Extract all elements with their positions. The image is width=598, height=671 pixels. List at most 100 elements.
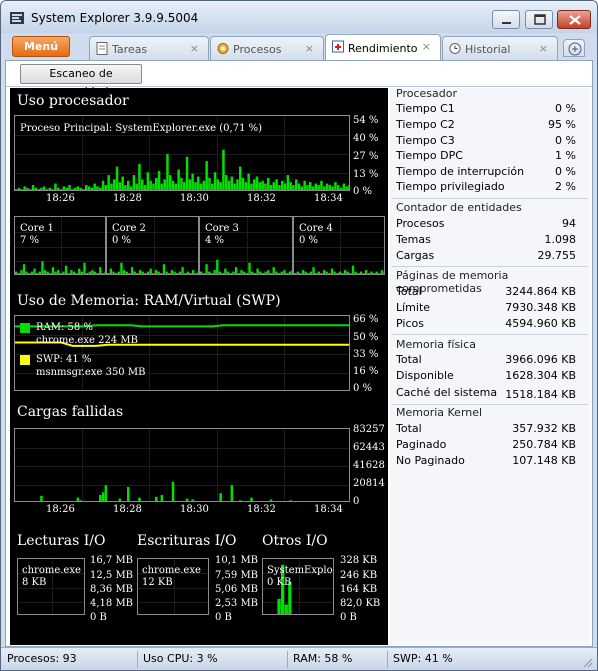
io-other-plot: SystemExplor 0 KB bbox=[262, 558, 334, 615]
core-bar bbox=[62, 271, 65, 274]
cpu-bar bbox=[222, 149, 225, 190]
tab-close-icon[interactable]: × bbox=[422, 40, 431, 53]
core-bar bbox=[322, 270, 326, 274]
pagefaults-y-tick: 20814 bbox=[353, 478, 385, 489]
tab-label: Tareas bbox=[112, 43, 148, 56]
core-bar bbox=[186, 271, 190, 274]
core-bar bbox=[78, 268, 81, 274]
tab-close-icon[interactable]: × bbox=[539, 42, 548, 55]
cpu-bar bbox=[258, 182, 262, 190]
tab-procesos[interactable]: Procesos × bbox=[210, 36, 324, 60]
core-bar bbox=[43, 270, 47, 274]
io-other-y-tick: 164 KB bbox=[340, 584, 378, 595]
status-divider bbox=[137, 651, 138, 668]
cpu-bar bbox=[87, 186, 91, 190]
cpu-bar bbox=[345, 186, 348, 190]
core-bar bbox=[312, 267, 315, 274]
core-bar bbox=[280, 271, 283, 274]
cpu-bar bbox=[113, 179, 116, 190]
tab-bar: Menú Tareas × Procesos × Rendimiento × H… bbox=[1, 33, 597, 61]
core-bar bbox=[372, 273, 376, 274]
core-bar bbox=[160, 273, 163, 274]
title-bar[interactable]: System Explorer 3.9.9.5004 bbox=[1, 1, 597, 33]
cpu-bar bbox=[317, 184, 320, 190]
core-bar bbox=[85, 273, 89, 274]
tab-tareas[interactable]: Tareas × bbox=[89, 36, 209, 60]
cpu-bar bbox=[17, 187, 21, 190]
resize-grip-icon[interactable] bbox=[581, 656, 593, 668]
cpu-bar bbox=[269, 184, 273, 190]
pagefault-bar bbox=[40, 495, 43, 501]
swp-legend-swatch bbox=[20, 355, 30, 365]
cpu-bar bbox=[275, 179, 278, 190]
stat-row: No Paginado 107.148 KB bbox=[396, 454, 576, 469]
tab-historial[interactable]: Historial × bbox=[442, 36, 558, 60]
core-bar bbox=[181, 267, 184, 274]
stat-key: Procesos bbox=[396, 217, 445, 230]
io-bar bbox=[284, 604, 288, 614]
stat-value: 1628.304 KB bbox=[505, 369, 576, 382]
core-bar bbox=[51, 267, 55, 274]
close-icon bbox=[569, 15, 581, 25]
core-bar bbox=[49, 273, 52, 274]
core-bar bbox=[299, 273, 302, 274]
core-bar bbox=[296, 271, 299, 274]
cpu-bar bbox=[143, 184, 147, 190]
core-bar bbox=[234, 267, 238, 274]
stat-value: 250.784 KB bbox=[512, 438, 576, 451]
cpu-bar bbox=[247, 173, 250, 190]
core-bar bbox=[170, 270, 174, 274]
menu-button[interactable]: Menú bbox=[12, 36, 70, 57]
stat-value: 2 % bbox=[555, 180, 576, 193]
cpu-bar bbox=[295, 179, 298, 190]
io-read-y-tick: 12,5 MB bbox=[90, 570, 134, 581]
core-bar bbox=[240, 270, 243, 274]
core-bar bbox=[122, 270, 126, 274]
stat-key: Disponible bbox=[396, 369, 454, 382]
cpu-bar bbox=[250, 183, 253, 190]
core-3-plot: Core 34 % bbox=[199, 216, 293, 275]
cpu-bar bbox=[185, 156, 189, 190]
cpu-bar bbox=[286, 175, 290, 190]
core-bar bbox=[72, 271, 76, 274]
cpu-bar bbox=[124, 184, 127, 190]
cpu-bar bbox=[20, 189, 24, 190]
tab-close-icon[interactable]: × bbox=[190, 42, 199, 55]
memory-heading: Uso de Memoria: RAM/Virtual (SWP) bbox=[17, 293, 281, 309]
stat-key: Caché del sistema bbox=[396, 386, 498, 399]
close-button[interactable] bbox=[557, 10, 591, 29]
cpu-bar bbox=[230, 176, 234, 190]
maximize-button[interactable] bbox=[525, 10, 553, 29]
core-bar bbox=[133, 271, 136, 274]
core-bar bbox=[59, 273, 63, 274]
core-bar bbox=[237, 273, 240, 274]
swp-top-process: msnmsgr.exe 350 MB bbox=[36, 367, 146, 378]
new-tab-button[interactable] bbox=[563, 39, 585, 57]
cpu-bar bbox=[180, 177, 183, 190]
tab-close-icon[interactable]: × bbox=[305, 42, 314, 55]
status-ram: RAM: 58 % bbox=[293, 652, 353, 665]
core-bar bbox=[294, 273, 297, 274]
core-bar bbox=[338, 271, 342, 274]
core-bar bbox=[346, 271, 349, 274]
cpu-bar bbox=[281, 180, 284, 190]
cpu-bar bbox=[278, 184, 281, 190]
security-scan-button[interactable]: Escaneo de seguridad bbox=[20, 64, 142, 98]
swp-legend-label: SWP: 41 % bbox=[36, 354, 92, 365]
stat-row: Disponible 1628.304 KB bbox=[396, 369, 576, 384]
core-bar bbox=[54, 271, 57, 274]
cpu-bar bbox=[71, 189, 74, 190]
core-bar bbox=[141, 271, 144, 274]
stat-row: Temas 1.098 bbox=[396, 233, 576, 248]
cpu-bar bbox=[211, 183, 214, 190]
section-divider bbox=[392, 266, 588, 267]
tab-rendimiento[interactable]: Rendimiento × bbox=[325, 34, 441, 61]
pagefault-bar bbox=[76, 497, 80, 501]
pagefault-bar bbox=[230, 485, 234, 501]
core-bar bbox=[242, 271, 246, 274]
core-bar bbox=[288, 271, 292, 274]
minimize-button[interactable] bbox=[492, 10, 520, 29]
core-label: Core 3 bbox=[205, 223, 239, 234]
core-4-plot: Core 40 % bbox=[293, 216, 385, 275]
cpu-y-tick: 40 % bbox=[353, 133, 379, 144]
